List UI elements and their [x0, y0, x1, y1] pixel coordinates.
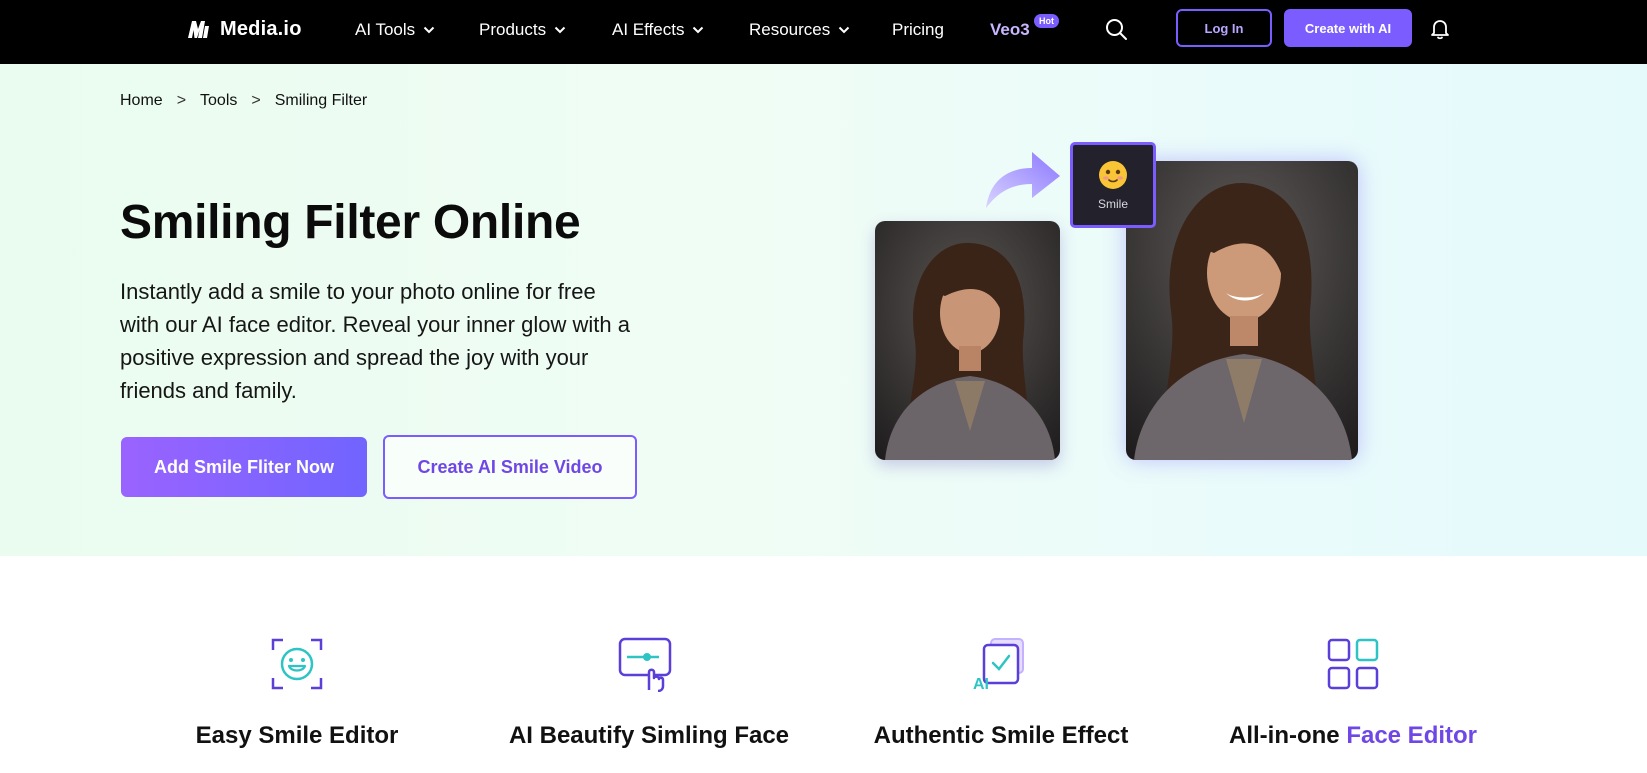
search-icon[interactable] — [1104, 17, 1128, 41]
chevron-down-icon — [423, 26, 435, 34]
slider-touch-icon — [618, 637, 672, 692]
nav-resources[interactable]: Resources — [749, 18, 850, 42]
hot-badge: Hot — [1034, 14, 1059, 28]
logo-text: Media.io — [220, 17, 302, 40]
portrait-after-image — [1126, 161, 1358, 460]
svg-text:AI: AI — [973, 676, 989, 692]
nav-ai-effects-label: AI Effects — [612, 20, 685, 39]
feature-title: Authentic Smile Effect — [873, 722, 1129, 749]
breadcrumb-separator: > — [251, 92, 261, 109]
feature-title: All-in-one Face Editor — [1173, 722, 1533, 750]
before-photo — [875, 221, 1060, 460]
feature-title-accent: Face Editor — [1346, 722, 1478, 749]
top-nav: Media.io AI Tools Products AI Effects Re… — [0, 0, 1647, 64]
breadcrumb-tools[interactable]: Tools — [200, 92, 237, 110]
after-photo — [1126, 161, 1358, 460]
media-io-logo-icon — [188, 21, 209, 38]
nav-products-label: Products — [479, 20, 547, 39]
nav-ai-effects[interactable]: AI Effects — [612, 18, 704, 42]
feature-title: Easy Smile Editor — [195, 722, 399, 749]
nav-products[interactable]: Products — [479, 18, 566, 42]
smile-face-frame-icon — [271, 638, 323, 690]
nav-pricing-label: Pricing — [892, 20, 944, 39]
ai-check-layers-icon: AI — [973, 638, 1024, 692]
bell-icon[interactable] — [1430, 18, 1450, 40]
chevron-down-icon — [839, 26, 850, 34]
chevron-down-icon — [693, 26, 704, 34]
page-title: Smiling Filter Online — [120, 196, 581, 249]
smile-effect-card[interactable]: Smile — [1070, 142, 1156, 228]
breadcrumb-current: Smiling Filter — [274, 92, 368, 109]
chevron-down-icon — [554, 26, 566, 34]
create-with-ai-button[interactable]: Create with AI — [1284, 9, 1412, 47]
nav-ai-tools[interactable]: AI Tools — [355, 18, 435, 42]
curved-arrow-icon — [986, 152, 1060, 208]
nav-ai-tools-label: AI Tools — [355, 20, 416, 39]
nav-veo3[interactable]: Veo3 — [990, 18, 1030, 42]
breadcrumb-home[interactable]: Home — [120, 92, 163, 110]
smiling-face-emoji-icon — [1099, 161, 1127, 189]
smile-label: Smile — [1097, 197, 1128, 211]
create-ai-smile-video-button[interactable]: Create AI Smile Video — [383, 435, 637, 499]
login-button[interactable]: Log In — [1176, 9, 1272, 47]
hero-description: Instantly add a smile to your photo onli… — [120, 279, 630, 403]
portrait-before-image — [875, 221, 1060, 460]
feature-title-prefix: All-in-one — [1228, 722, 1347, 749]
breadcrumb-separator: > — [176, 92, 187, 109]
feature-title: AI Beautify Simling Face — [508, 722, 790, 749]
grid-apps-icon — [1327, 638, 1379, 690]
add-smile-filter-button[interactable]: Add Smile Fliter Now — [121, 437, 367, 497]
breadcrumb: Home > Tools > Smiling Filter — [120, 92, 367, 110]
nav-pricing[interactable]: Pricing — [892, 18, 944, 42]
nav-resources-label: Resources — [749, 20, 831, 39]
logo[interactable]: Media.io — [186, 14, 302, 44]
